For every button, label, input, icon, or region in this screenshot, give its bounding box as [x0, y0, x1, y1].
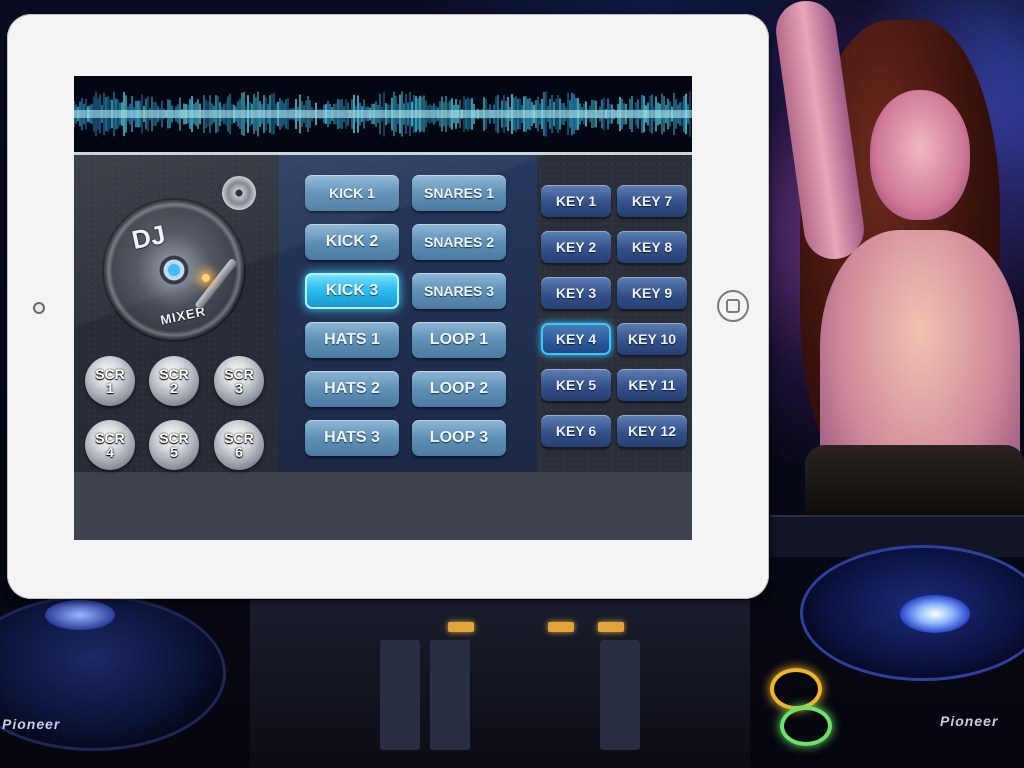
pad-loop-1[interactable]: LOOP 1: [412, 322, 506, 358]
brand-logo-left: Pioneer: [2, 716, 61, 732]
key-2[interactable]: KEY 2: [541, 231, 611, 263]
turntable-center-light: [168, 264, 180, 276]
waveform-banner: [74, 76, 692, 155]
key-12[interactable]: KEY 12: [617, 415, 687, 447]
waveform-glow: [74, 110, 692, 118]
home-button[interactable]: [717, 290, 749, 322]
key-1[interactable]: KEY 1: [541, 185, 611, 217]
mixer-light: [548, 622, 574, 632]
pad-loop-2[interactable]: LOOP 2: [412, 371, 506, 407]
scratch-label: SCR 2: [159, 366, 189, 396]
pad-loop-3[interactable]: LOOP 3: [412, 420, 506, 456]
key-9[interactable]: KEY 9: [617, 277, 687, 309]
scratch-button-1[interactable]: SCR 1: [85, 356, 135, 406]
pad-snares-1[interactable]: SNARES 1: [412, 175, 506, 211]
deck-left-center: [45, 600, 115, 630]
app-screen: DJ MIXER SCR 1 SCR 2 SCR 3 SCR 4 SCR 5 S…: [74, 76, 692, 540]
screen-bottom-bar: [74, 472, 692, 540]
mixer-light: [448, 622, 474, 632]
home-square-icon: [726, 299, 740, 313]
scratch-button-3[interactable]: SCR 3: [214, 356, 264, 406]
scratch-label: SCR 4: [95, 430, 125, 460]
background-green-ring: [780, 706, 832, 746]
background-photo-top: [805, 445, 1024, 520]
pad-kick-3[interactable]: KICK 3: [305, 273, 399, 309]
brand-logo-right: Pioneer: [940, 713, 999, 729]
scratch-label: SCR 6: [224, 430, 254, 460]
mixer-light: [598, 622, 624, 632]
background-photo-face: [870, 90, 970, 220]
key-7[interactable]: KEY 7: [617, 185, 687, 217]
waveform-graphic: [74, 91, 692, 137]
camera-icon: [33, 302, 45, 314]
mini-record-icon[interactable]: [222, 176, 256, 210]
pad-kick-1[interactable]: KICK 1: [305, 175, 399, 211]
key-8[interactable]: KEY 8: [617, 231, 687, 263]
key-4[interactable]: KEY 4: [541, 323, 611, 355]
mixer-slot: [380, 640, 420, 750]
key-6[interactable]: KEY 6: [541, 415, 611, 447]
pad-hats-2[interactable]: HATS 2: [305, 371, 399, 407]
scratch-button-6[interactable]: SCR 6: [214, 420, 264, 470]
pad-hats-3[interactable]: HATS 3: [305, 420, 399, 456]
scratch-label: SCR 5: [159, 430, 189, 460]
deck-right-center: [900, 595, 970, 633]
needle-spark: [202, 274, 210, 282]
scratch-button-2[interactable]: SCR 2: [149, 356, 199, 406]
background-amber-ring: [770, 668, 822, 710]
key-10[interactable]: KEY 10: [617, 323, 687, 355]
scratch-button-4[interactable]: SCR 4: [85, 420, 135, 470]
pad-hats-1[interactable]: HATS 1: [305, 322, 399, 358]
pad-snares-2[interactable]: SNARES 2: [412, 224, 506, 260]
pad-kick-2[interactable]: KICK 2: [305, 224, 399, 260]
key-5[interactable]: KEY 5: [541, 369, 611, 401]
scratch-label: SCR 1: [95, 366, 125, 396]
mixer-slot: [430, 640, 470, 750]
key-3[interactable]: KEY 3: [541, 277, 611, 309]
pad-snares-3[interactable]: SNARES 3: [412, 273, 506, 309]
background-mixer: [250, 600, 750, 768]
scratch-button-5[interactable]: SCR 5: [149, 420, 199, 470]
scratch-label: SCR 3: [224, 366, 254, 396]
key-11[interactable]: KEY 11: [617, 369, 687, 401]
mixer-slot: [600, 640, 640, 750]
